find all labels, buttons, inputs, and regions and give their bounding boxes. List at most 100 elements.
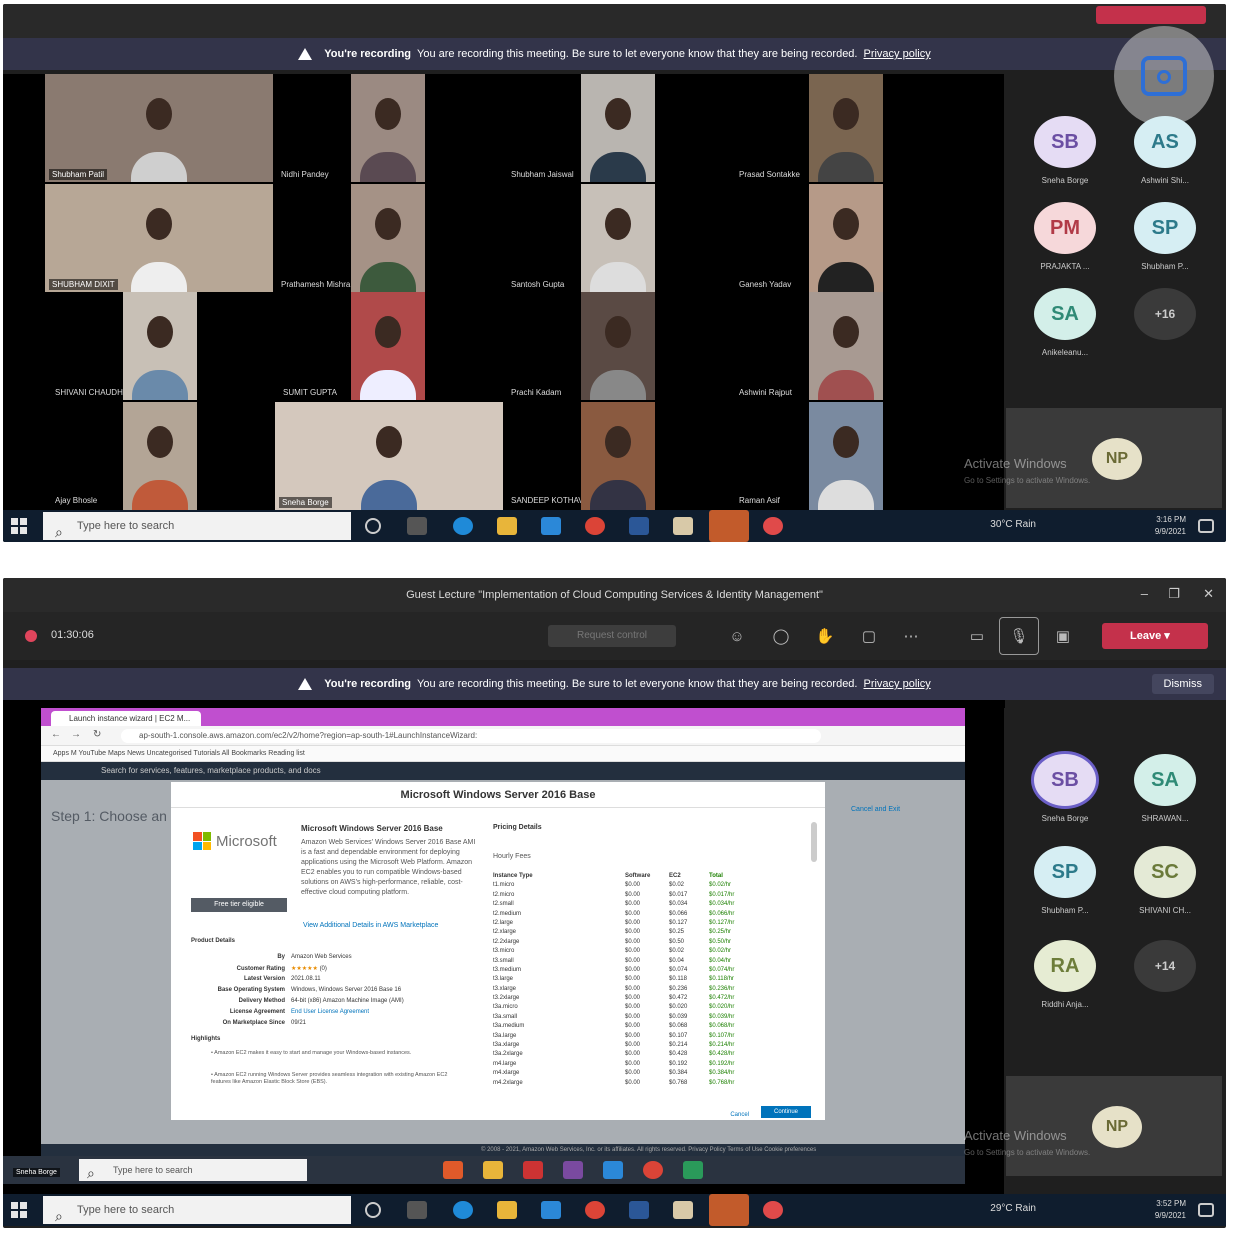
- chrome-icon[interactable]: [585, 517, 605, 535]
- aws-search-input[interactable]: Search for services, features, marketpla…: [101, 766, 321, 775]
- cancel-and-exit-link[interactable]: Cancel and Exit: [851, 806, 900, 813]
- camera-icon[interactable]: [1114, 26, 1214, 126]
- pricing-cell: $0.472/hr: [709, 995, 735, 1002]
- word-icon[interactable]: [629, 517, 649, 535]
- chat-icon[interactable]: ◯: [769, 624, 793, 648]
- browser-tab[interactable]: Launch instance wizard | EC2 M...: [51, 711, 201, 726]
- video-tile[interactable]: [123, 402, 197, 510]
- chrome-icon[interactable]: [585, 1201, 605, 1219]
- video-tile[interactable]: [809, 292, 883, 400]
- video-tile[interactable]: [123, 292, 197, 400]
- notification-icon[interactable]: [1198, 1203, 1214, 1217]
- shared-taskbar-search: ⌕ Type here to search: [79, 1159, 307, 1181]
- participant-avatar[interactable]: SP: [1134, 202, 1196, 254]
- recording-banner-message: You are recording this meeting. Be sure …: [417, 48, 858, 60]
- participant-avatar[interactable]: SA: [1134, 754, 1196, 806]
- warning-icon: [298, 678, 313, 690]
- dismiss-button[interactable]: Dismiss: [1151, 674, 1214, 694]
- bag-icon[interactable]: [673, 1201, 693, 1219]
- modal-scrollbar[interactable]: [811, 822, 817, 862]
- people-icon[interactable]: ☺: [725, 624, 749, 648]
- camera-icon[interactable]: ▭: [965, 624, 989, 648]
- windows-start-icon[interactable]: [11, 518, 27, 534]
- tile-name: Prathamesh Mishra: [281, 280, 351, 289]
- store-icon[interactable]: [541, 1201, 561, 1219]
- windows-start-icon[interactable]: [11, 1202, 27, 1218]
- video-tile[interactable]: [581, 292, 655, 400]
- leave-button[interactable]: Leave ▾: [1102, 623, 1208, 649]
- participant-avatar[interactable]: SP: [1034, 846, 1096, 898]
- video-tile[interactable]: [351, 184, 425, 292]
- privacy-policy-link[interactable]: Privacy policy: [863, 48, 930, 60]
- participant-avatar[interactable]: AS: [1134, 116, 1196, 168]
- pricing-cell: $0.00: [625, 938, 641, 945]
- store-icon[interactable]: [541, 517, 561, 535]
- widgets-icon[interactable]: [407, 1201, 427, 1219]
- video-tile[interactable]: [351, 74, 425, 182]
- teams-icon[interactable]: [709, 510, 749, 542]
- video-tile[interactable]: [581, 402, 655, 510]
- task-view-icon[interactable]: [365, 1202, 381, 1218]
- forward-icon[interactable]: →: [71, 729, 81, 740]
- more-participants-button[interactable]: +16: [1134, 288, 1196, 340]
- edge-icon[interactable]: [453, 1201, 473, 1219]
- reload-icon[interactable]: ↻: [93, 729, 101, 740]
- video-tile[interactable]: SHUBHAM DIXIT: [45, 184, 273, 292]
- video-tile[interactable]: [809, 74, 883, 182]
- share-screen-icon[interactable]: ▣: [1051, 624, 1075, 648]
- chrome-icon[interactable]: [763, 1201, 783, 1219]
- taskbar-clock[interactable]: 3:52 PM 9/9/2021: [1155, 1198, 1186, 1222]
- chrome-icon[interactable]: [763, 517, 783, 535]
- pricing-row: t2.xlarge $0.00 $0.25 $0.25/hr: [493, 928, 753, 937]
- video-tile[interactable]: Shubham Patil: [45, 74, 273, 182]
- privacy-policy-link[interactable]: Privacy policy: [863, 678, 930, 690]
- video-tile[interactable]: [351, 292, 425, 400]
- video-tile[interactable]: Sneha Borge: [275, 402, 503, 510]
- more-actions-icon[interactable]: ⋯: [899, 624, 923, 648]
- bag-icon[interactable]: [673, 517, 693, 535]
- file-explorer-icon[interactable]: [497, 1201, 517, 1219]
- video-tile[interactable]: [809, 184, 883, 292]
- participant-avatar[interactable]: SB: [1034, 754, 1096, 806]
- url-input[interactable]: ap-south-1.console.aws.amazon.com/ec2/v2…: [121, 729, 821, 743]
- taskbar-clock[interactable]: 3:16 PM 9/9/2021: [1155, 514, 1186, 538]
- more-participants-button[interactable]: +14: [1134, 940, 1196, 992]
- widgets-icon[interactable]: [407, 517, 427, 535]
- leave-button[interactable]: [1096, 6, 1206, 24]
- teams-icon[interactable]: [709, 1194, 749, 1226]
- pricing-cell: t3.medium: [493, 966, 522, 973]
- participant-avatar[interactable]: SB: [1034, 116, 1096, 168]
- pricing-row: m4.2xlarge $0.00 $0.768 $0.768/hr: [493, 1079, 753, 1088]
- bookmarks-bar[interactable]: Apps M YouTube Maps News Uncategorised T…: [41, 746, 965, 762]
- back-icon[interactable]: ←: [51, 729, 61, 740]
- video-tile[interactable]: [581, 74, 655, 182]
- task-view-icon[interactable]: [365, 518, 381, 534]
- continue-button[interactable]: Continue: [761, 1106, 811, 1118]
- participant-avatar[interactable]: RA: [1034, 940, 1096, 992]
- video-tile[interactable]: [809, 402, 883, 510]
- reactions-icon[interactable]: ✋: [813, 624, 837, 648]
- detail-row: Base Operating System Windows, Windows Se…: [217, 987, 402, 993]
- rooms-icon[interactable]: ▢: [857, 624, 881, 648]
- close-icon[interactable]: ✕: [1203, 586, 1214, 602]
- taskbar-search-input[interactable]: ⌕ Type here to search: [43, 1196, 351, 1224]
- file-explorer-icon[interactable]: [497, 517, 517, 535]
- participant-avatar[interactable]: PM: [1034, 202, 1096, 254]
- edge-icon[interactable]: [453, 517, 473, 535]
- notification-icon[interactable]: [1198, 519, 1214, 533]
- request-control-button[interactable]: Request control: [548, 625, 676, 647]
- word-icon[interactable]: [629, 1201, 649, 1219]
- maximize-icon[interactable]: ❐: [1168, 586, 1180, 602]
- tile-name: Prachi Kadam: [511, 388, 562, 397]
- video-tile[interactable]: [581, 184, 655, 292]
- view-marketplace-details-link[interactable]: View Additional Details in AWS Marketpla…: [303, 922, 438, 929]
- minimize-icon[interactable]: –: [1141, 586, 1148, 601]
- participant-avatar[interactable]: SA: [1034, 288, 1096, 340]
- participant-avatar[interactable]: SC: [1134, 846, 1196, 898]
- cancel-link[interactable]: Cancel: [730, 1112, 749, 1118]
- pricing-cell: $0.25/hr: [709, 929, 732, 936]
- detail-row: Latest Version 2021.08.11: [243, 976, 321, 982]
- taskbar-search-input[interactable]: ⌕ Type here to search: [43, 512, 351, 540]
- microphone-icon[interactable]: 🎙: [999, 617, 1039, 655]
- pricing-cell: $0.020: [669, 1004, 688, 1011]
